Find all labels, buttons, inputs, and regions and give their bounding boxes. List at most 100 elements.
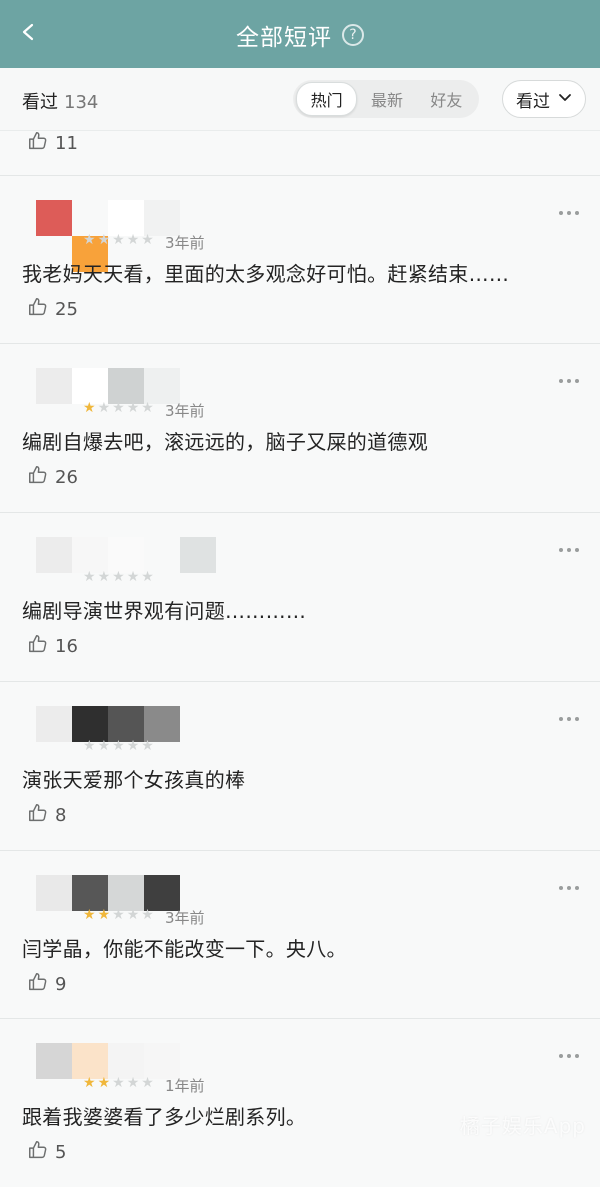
avatar-tile [72, 706, 108, 742]
rating-star-icon: ★ [141, 232, 154, 248]
more-icon[interactable] [559, 379, 579, 383]
avatar-tile [144, 875, 180, 911]
watched-count: 134 [64, 92, 99, 113]
rating-star-icon: ★ [126, 569, 140, 585]
comment-text: 演张天爱那个女孩真的棒 [22, 768, 246, 792]
comment-card: ★ ★ ★ ★ ★ 3年前 编剧自爆去吧，滚远远的，脑子又屎的道德观 26 [0, 343, 600, 512]
rating-stars: ★ ★ ★ ★ ★ [83, 1076, 154, 1090]
thumbs-up-icon [27, 802, 49, 829]
rating-star-icon: ★ [141, 400, 154, 416]
rating-star-icon: ★ [141, 738, 154, 754]
page-title: 全部短评 [236, 25, 332, 51]
like-count: 26 [55, 467, 78, 488]
rating-star-icon: ★ [126, 232, 140, 248]
avatar-tile [36, 368, 72, 404]
filter-bar: 看过 134 热门 最新 好友 看过 [0, 68, 600, 131]
avatar-tile [72, 1043, 108, 1079]
comment-text: 闫学晶，你能不能改变一下。央八。 [22, 937, 347, 961]
more-icon[interactable] [559, 211, 579, 215]
rating-star-icon: ★ [112, 400, 125, 416]
watched-label: 看过 [22, 92, 58, 113]
rating-star-icon: ★ [112, 1075, 125, 1091]
like-count: 16 [55, 636, 78, 657]
avatar-tile [180, 537, 216, 573]
comment-card: ★ ★ ★ ★ ★ 3年前 我老妈天天看，里面的太多观念好可怕。赶紧结束…… 25 [0, 175, 600, 344]
tab-friends[interactable]: 好友 [417, 83, 476, 115]
like-button[interactable]: 5 [27, 1139, 66, 1166]
like-button[interactable]: 26 [27, 464, 78, 491]
avatar-tile [36, 875, 72, 911]
avatar[interactable] [36, 537, 216, 599]
comment-time: 1年前 [165, 1077, 205, 1095]
rating-stars: ★ ★ ★ ★ ★ [83, 570, 154, 584]
like-count: 9 [55, 974, 67, 995]
avatar-tile [144, 1043, 180, 1079]
thumbs-up-icon [27, 130, 49, 157]
avatar-tile [36, 706, 72, 742]
thumbs-up-icon [27, 1139, 49, 1166]
like-button[interactable]: 8 [27, 802, 66, 829]
avatar-tile [108, 537, 144, 573]
like-button[interactable]: 9 [27, 971, 66, 998]
top-like[interactable]: 11 [27, 130, 78, 157]
like-count: 25 [55, 299, 78, 320]
rating-star-icon: ★ [112, 907, 125, 923]
like-count: 8 [55, 805, 67, 826]
rating-star-icon: ★ [97, 907, 111, 923]
rating-star-icon: ★ [112, 738, 125, 754]
thumbs-up-icon [27, 971, 49, 998]
rating-star-icon: ★ [83, 738, 96, 754]
like-button[interactable]: 16 [27, 633, 78, 660]
watched-filter-dropdown[interactable]: 看过 [502, 80, 586, 118]
comment-card: ★ ★ ★ ★ ★ 1年前 跟着我婆婆看了多少烂剧系列。 5 [0, 1018, 600, 1187]
comment-text: 跟着我婆婆看了多少烂剧系列。 [22, 1105, 307, 1129]
comment-time: 3年前 [165, 234, 205, 252]
comment-time: 3年前 [165, 909, 205, 927]
tab-hot[interactable]: 热门 [296, 82, 358, 116]
like-count: 11 [55, 133, 78, 154]
rating-star-icon: ★ [97, 738, 111, 754]
avatar-tile [108, 875, 144, 911]
rating-star-icon: ★ [112, 569, 125, 585]
avatar-tile [36, 537, 72, 573]
thumbs-up-icon [27, 633, 49, 660]
avatar-tile [72, 537, 108, 573]
more-icon[interactable] [559, 1054, 579, 1058]
app-header: 全部短评 ? [0, 0, 600, 68]
rating-stars: ★ ★ ★ ★ ★ [83, 401, 154, 415]
rating-star-icon: ★ [126, 907, 140, 923]
more-icon[interactable] [559, 548, 579, 552]
comment-card: ★ ★ ★ ★ ★ 编剧导演世界观有问题………… 16 [0, 512, 600, 681]
rating-star-icon: ★ [83, 1075, 96, 1091]
rating-star-icon: ★ [126, 1075, 140, 1091]
tab-latest[interactable]: 最新 [357, 83, 416, 115]
rating-star-icon: ★ [97, 400, 111, 416]
rating-star-icon: ★ [141, 907, 154, 923]
thumbs-up-icon [27, 296, 49, 323]
avatar-tile [72, 368, 108, 404]
rating-stars: ★ ★ ★ ★ ★ [83, 908, 154, 922]
comment-text: 编剧导演世界观有问题………… [22, 599, 307, 623]
avatar-tile [108, 368, 144, 404]
like-count: 5 [55, 1142, 67, 1163]
comment-card: ★ ★ ★ ★ ★ 3年前 闫学晶，你能不能改变一下。央八。 9 [0, 850, 600, 1019]
thumbs-up-icon [27, 464, 49, 491]
rating-star-icon: ★ [126, 738, 140, 754]
watched-filter-label: 看过 [516, 91, 550, 112]
rating-star-icon: ★ [97, 1075, 111, 1091]
more-icon[interactable] [559, 886, 579, 890]
watermark-text: 橘子娱乐App [459, 1114, 586, 1138]
avatar-tile [144, 368, 180, 404]
like-button[interactable]: 25 [27, 296, 78, 323]
rating-star-icon: ★ [97, 232, 111, 248]
avatar[interactable] [36, 706, 216, 768]
comment-card: ★ ★ ★ ★ ★ 演张天爱那个女孩真的棒 8 [0, 681, 600, 850]
avatar-tile [108, 706, 144, 742]
more-icon[interactable] [559, 717, 579, 721]
rating-stars: ★ ★ ★ ★ ★ [83, 233, 154, 247]
rating-star-icon: ★ [83, 907, 96, 923]
avatar-tile [144, 200, 180, 236]
comment-time: 3年前 [165, 402, 205, 420]
question-icon[interactable]: ? [342, 24, 364, 46]
rating-star-icon: ★ [83, 232, 96, 248]
